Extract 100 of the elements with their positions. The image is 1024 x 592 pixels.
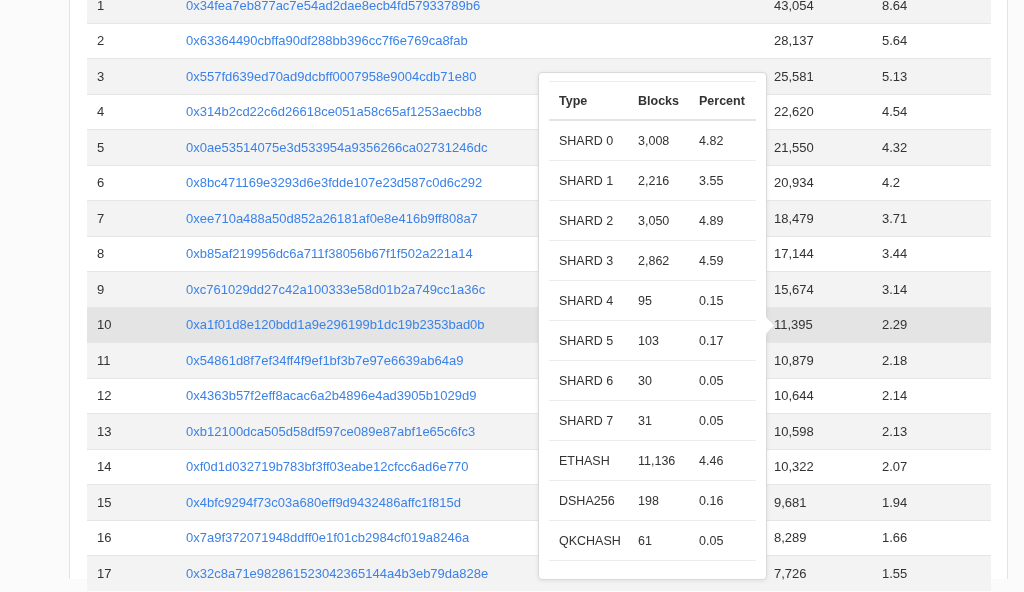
percent-cell: 0.05 (699, 373, 724, 388)
blocks-cell: 21,550 (774, 139, 814, 155)
percent-cell: 3.71 (882, 210, 908, 226)
address-link[interactable]: 0x32c8a71e982861523042365144a4b3eb79da828e (186, 565, 489, 581)
type-cell: SHARD 2 (559, 213, 614, 228)
type-cell: ETHASH (559, 453, 610, 468)
percent-cell: 4.89 (699, 213, 724, 228)
blocks-cell: 9,681 (774, 494, 807, 510)
rank-cell: 11 (97, 352, 111, 368)
blocks-cell: 10,644 (774, 388, 814, 404)
percent-cell: 5.64 (882, 33, 908, 49)
blocks-cell: 30 (638, 373, 652, 388)
percent-cell: 2.07 (882, 459, 908, 475)
address-link[interactable]: 0xb12100dca505d58df597ce089e87abf1e65c6fc3 (186, 423, 476, 439)
type-cell: SHARD 0 (559, 133, 614, 148)
percent-cell: 0.15 (699, 293, 724, 308)
rank-cell: 15 (97, 494, 112, 510)
address-link[interactable]: 0x4363b57f2eff8acac6a2b4896e4ad3905b1029d9 (186, 388, 477, 404)
address-link[interactable]: 0x34fea7eb877ac7e54ad2dae8ecb4fd57933789b6 (186, 0, 481, 13)
percent-cell: 3.14 (882, 281, 908, 297)
percent-cell: 2.18 (882, 352, 908, 368)
blocks-cell: 198 (638, 493, 659, 508)
address-link[interactable]: 0x63364490cbffa90df288bb396cc7f6e769ca8fab (186, 33, 468, 49)
address-link[interactable]: 0xee710a488a50d852a26181af0e8e416b9ff808a7 (186, 210, 478, 226)
percent-cell: 1.94 (882, 494, 908, 510)
column-header: Blocks (638, 93, 679, 108)
address-link[interactable]: 0x4bfc9294f73c03a680eff9d9432486affc1f815d (186, 494, 461, 510)
percent-cell: 4.32 (882, 139, 908, 155)
blocks-cell: 95 (638, 293, 652, 308)
address-link[interactable]: 0x0ae53514075e3d533954a9356266ca02731246dc (186, 139, 488, 155)
rank-cell: 5 (97, 139, 105, 155)
rank-cell: 1 (97, 0, 105, 13)
percent-cell: 1.55 (882, 565, 908, 581)
address-link[interactable]: 0x314b2cd22c6d26618ce051a58c65af1253aecbb8 (186, 104, 482, 120)
column-header: Type (559, 93, 588, 108)
rank-cell: 16 (97, 530, 112, 546)
column-header: Percent (699, 93, 745, 108)
address-link[interactable]: 0xb85af219956dc6a711f38056b67f1f502a221a14 (186, 246, 473, 262)
blocks-cell: 18,479 (774, 210, 814, 226)
blocks-cell: 31 (638, 413, 652, 428)
rank-cell: 13 (97, 423, 112, 439)
rank-cell: 8 (97, 246, 105, 262)
type-cell: SHARD 1 (559, 173, 614, 188)
percent-cell: 0.16 (699, 493, 724, 508)
rank-cell: 10 (97, 317, 112, 333)
percent-cell: 8.64 (882, 0, 908, 13)
rank-cell: 6 (97, 175, 105, 191)
type-cell: SHARD 5 (559, 333, 614, 348)
percent-cell: 1.66 (882, 530, 908, 546)
rank-cell: 7 (97, 210, 105, 226)
blocks-cell: 10,322 (774, 459, 814, 475)
percent-cell: 2.14 (882, 388, 908, 404)
rank-cell: 9 (97, 281, 105, 297)
blocks-cell: 7,726 (774, 565, 807, 581)
percent-cell: 4.46 (699, 453, 724, 468)
type-cell: SHARD 7 (559, 413, 614, 428)
address-link[interactable]: 0xf0d1d032719b783bf3ff03eabe12cfcc6ad6e770 (186, 459, 469, 475)
blocks-cell: 61 (638, 533, 652, 548)
blocks-cell: 17,144 (774, 246, 814, 262)
blocks-cell: 15,674 (774, 281, 814, 297)
percent-cell: 0.05 (699, 533, 724, 548)
rank-cell: 12 (97, 388, 112, 404)
address-link[interactable]: 0x8bc471169e3293d6e3fdde107e23d587c0d6c292 (186, 175, 483, 191)
percent-cell: 4.82 (699, 133, 724, 148)
blocks-cell: 2,216 (638, 173, 670, 188)
address-link[interactable]: 0x7a9f372071948ddff0e1f01cb2984cf019a8246a (186, 530, 470, 546)
blocks-cell: 25,581 (774, 68, 814, 84)
blocks-cell: 20,934 (774, 175, 814, 191)
address-link[interactable]: 0x557fd639ed70ad9dcbff0007958e9004cdb71e80 (186, 68, 477, 84)
type-cell: DSHA256 (559, 493, 615, 508)
percent-cell: 0.05 (699, 413, 724, 428)
percent-cell: 2.29 (882, 317, 908, 333)
percent-cell: 5.13 (882, 68, 908, 84)
blocks-cell: 28,137 (774, 33, 814, 49)
percent-cell: 4.59 (699, 253, 724, 268)
type-cell: SHARD 6 (559, 373, 614, 388)
percent-cell: 4.54 (882, 104, 908, 120)
address-link[interactable]: 0xc761029dd27c42a100333e58d01b2a749cc1a36c (186, 281, 486, 297)
blocks-cell: 8,289 (774, 530, 807, 546)
address-link[interactable]: 0x54861d8f7ef34ff4f9ef1bf3b7e97e6639ab64a9 (186, 352, 464, 368)
type-cell: SHARD 4 (559, 293, 614, 308)
percent-cell: 0.17 (699, 333, 724, 348)
blocks-cell: 2,862 (638, 253, 670, 268)
percent-cell: 3.55 (699, 173, 724, 188)
address-link[interactable]: 0xa1f01d8e120bdd1a9e296199b1dc19b2353bad0b (186, 317, 485, 333)
blocks-cell: 103 (638, 333, 659, 348)
percent-cell: 2.13 (882, 423, 908, 439)
rank-cell: 17 (97, 565, 112, 581)
rank-cell: 2 (97, 33, 105, 49)
type-cell: QKCHASH (559, 533, 621, 548)
percent-cell: 3.44 (882, 246, 908, 262)
blocks-cell: 3,050 (638, 213, 670, 228)
blocks-cell: 11,136 (638, 453, 676, 468)
blocks-cell: 10,879 (774, 352, 814, 368)
rank-cell: 3 (97, 68, 105, 84)
blocks-cell: 11,395 (774, 317, 813, 333)
blocks-cell: 43,054 (774, 0, 814, 13)
blocks-cell: 22,620 (774, 104, 814, 120)
blocks-cell: 3,008 (638, 133, 670, 148)
percent-cell: 4.2 (882, 175, 901, 191)
